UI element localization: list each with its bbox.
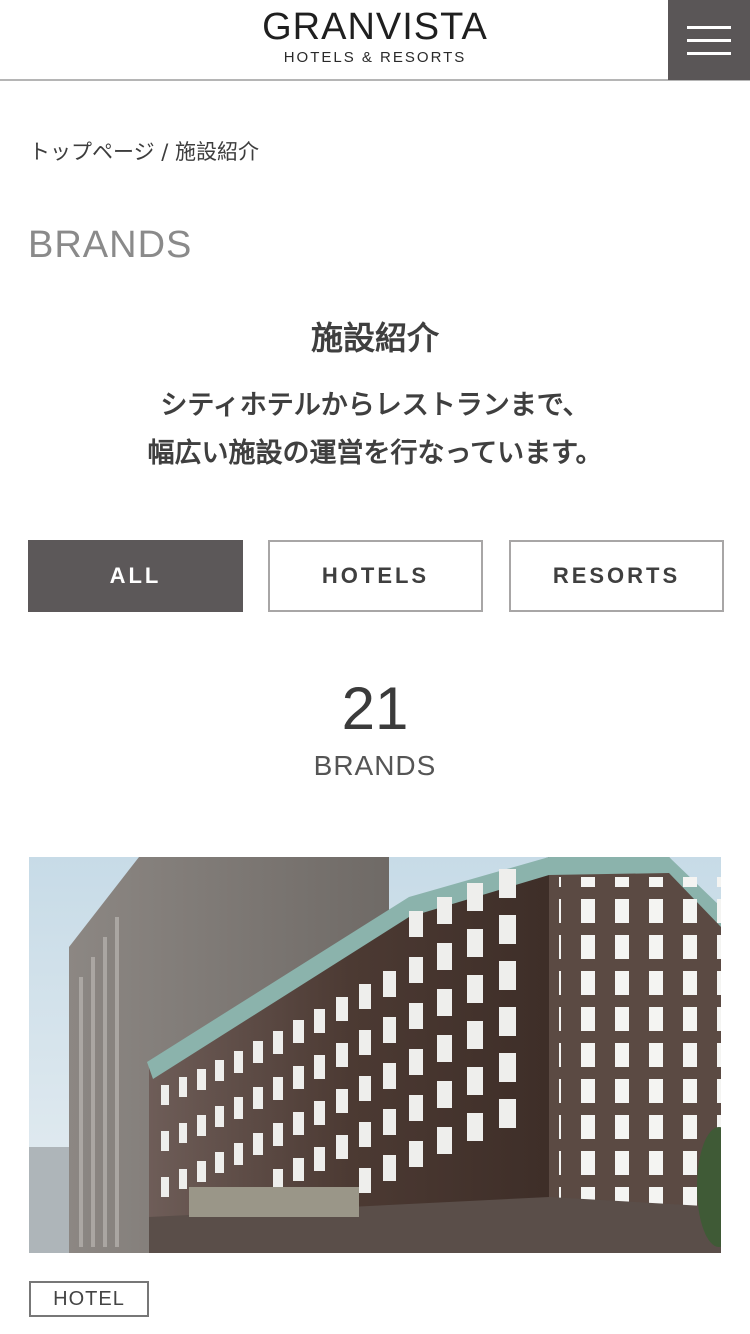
site-header: GRANVISTA HOTELS & RESORTS <box>0 0 750 81</box>
breadcrumb-current: 施設紹介 <box>175 140 260 164</box>
filter-hotels-button[interactable]: HOTELS <box>268 540 483 612</box>
hamburger-menu-icon-bar <box>687 38 731 42</box>
menu-button[interactable] <box>668 0 750 80</box>
category-tag: HOTEL <box>29 1281 149 1317</box>
page: GRANVISTA HOTELS & RESORTS トップページ / 施設紹介… <box>0 0 750 1334</box>
lead-text: シティホテルからレストランまで、 幅広い施設の運営を行なっています。 <box>0 382 750 478</box>
hotel-building-photo[interactable] <box>29 857 721 1253</box>
brand-filter-tabs: ALL HOTELS RESORTS <box>28 540 725 612</box>
logo-sub-text: HOTELS & RESORTS <box>283 49 467 66</box>
filter-resorts-button[interactable]: RESORTS <box>509 540 724 612</box>
brand-count-label: BRANDS <box>313 750 437 781</box>
hamburger-menu-icon-bar <box>687 51 731 55</box>
lead-line-1: シティホテルからレストランまで、 <box>160 390 590 421</box>
breadcrumb-home-link[interactable]: トップページ <box>29 140 155 164</box>
brand-count-number: 21 <box>341 675 409 742</box>
hamburger-menu-icon <box>687 25 731 29</box>
site-logo[interactable]: GRANVISTA HOTELS & RESORTS <box>0 6 750 68</box>
breadcrumb: トップページ / 施設紹介 <box>29 136 259 166</box>
logo-main-text: GRANVISTA <box>262 6 488 48</box>
breadcrumb-separator: / <box>161 140 169 164</box>
lead-line-2: 幅広い施設の運営を行なっています。 <box>147 438 603 469</box>
page-title: 施設紹介 <box>310 319 439 357</box>
filter-all-button[interactable]: ALL <box>28 540 243 612</box>
section-title-en: BRANDS <box>28 224 193 266</box>
